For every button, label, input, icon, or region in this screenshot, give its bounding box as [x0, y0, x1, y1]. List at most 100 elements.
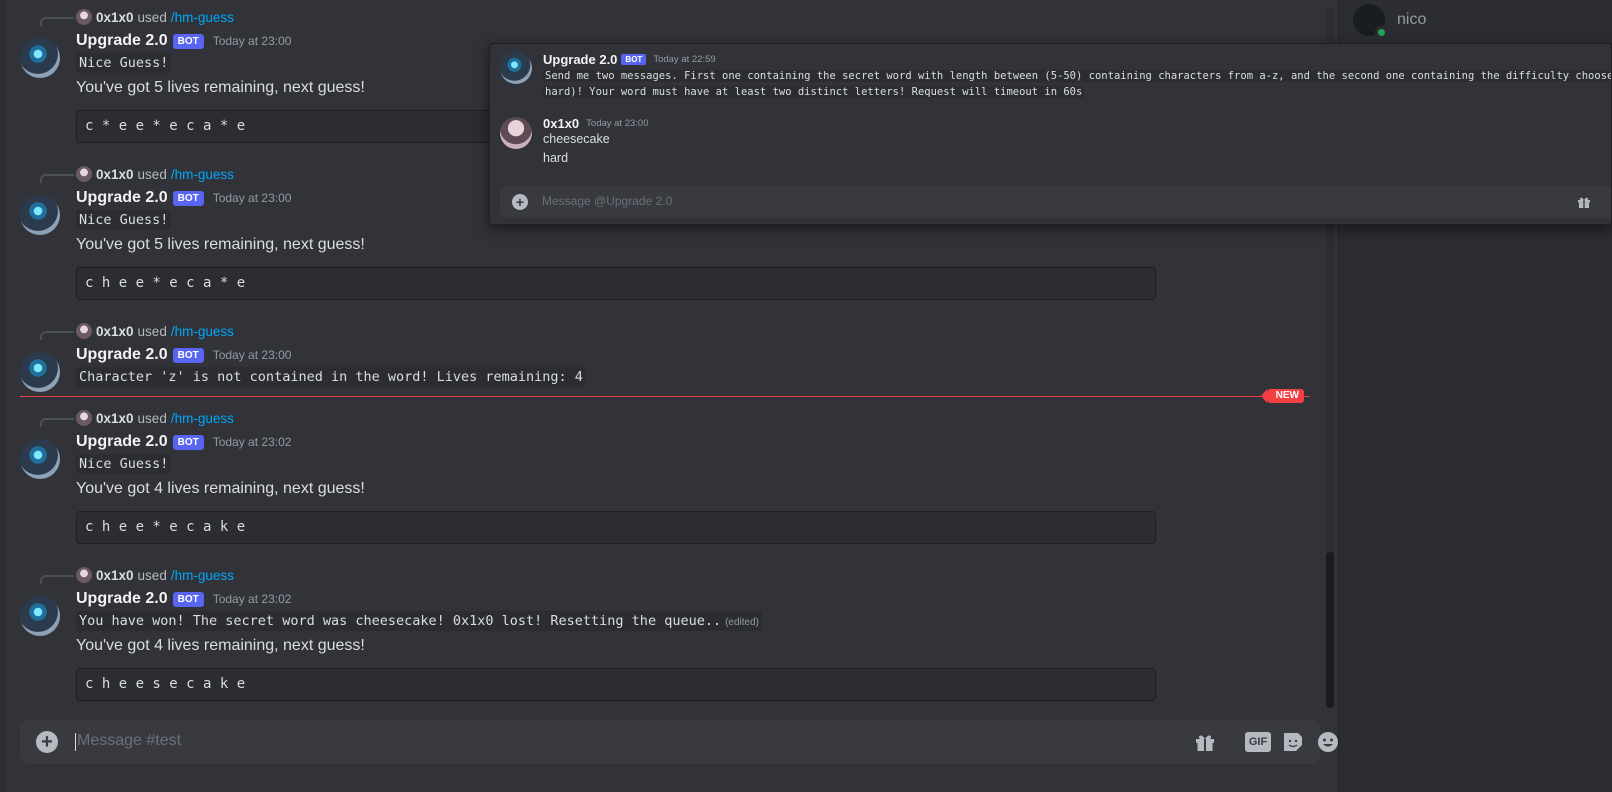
member-name[interactable]: nico — [1397, 11, 1426, 29]
reply-avatar[interactable] — [76, 323, 92, 339]
reply-spine — [40, 575, 74, 584]
message-text: You've got 4 lives remaining, next guess… — [76, 637, 365, 654]
reply-username[interactable]: 0x1x0 — [96, 568, 134, 583]
command-link[interactable]: /hm-guess — [171, 324, 234, 339]
inline-code: Send me two messages. First one containi… — [543, 70, 1611, 82]
bot-avatar[interactable] — [20, 596, 60, 636]
message-header: Upgrade 2.0 BOT Today at 23:00 — [76, 30, 291, 52]
inline-code: Nice Guess! — [76, 454, 172, 474]
message-text: You've got 5 lives remaining, next guess… — [76, 79, 365, 96]
reply-username[interactable]: 0x1x0 — [96, 411, 134, 426]
author-name[interactable]: 0x1x0 — [543, 116, 579, 131]
edited-marker[interactable]: (edited) — [725, 617, 759, 628]
reply-used-text: used — [137, 567, 167, 583]
timestamp[interactable]: Today at 23:00 — [586, 118, 648, 129]
command-link[interactable]: /hm-guess — [171, 167, 234, 182]
inline-code: Nice Guess! — [76, 53, 172, 73]
command-reply-header[interactable]: 0x1x0 used /hm-guess — [40, 409, 234, 427]
bot-badge: BOT — [172, 434, 204, 450]
message-text: You've got 5 lives remaining, next guess… — [76, 236, 365, 253]
author-name[interactable]: Upgrade 2.0 — [76, 346, 168, 364]
message-text: You've got 4 lives remaining, next guess… — [76, 480, 365, 497]
timestamp[interactable]: Today at 23:02 — [213, 435, 292, 449]
code-block: c h e e * e c a * e — [76, 267, 1156, 300]
bot-avatar[interactable] — [500, 52, 532, 84]
reply-spine — [40, 331, 74, 340]
user-avatar[interactable] — [500, 117, 532, 149]
timestamp[interactable]: Today at 23:00 — [213, 34, 292, 48]
reply-avatar[interactable] — [76, 9, 92, 25]
online-status-icon — [1375, 26, 1388, 39]
message-composer[interactable]: + Message #test GIF — [20, 720, 1338, 764]
message-header: Upgrade 2.0 BOT Today at 23:02 — [76, 588, 291, 610]
command-link[interactable]: /hm-guess — [171, 10, 234, 25]
bot-avatar[interactable] — [20, 439, 60, 479]
inline-code: Nice Guess! — [76, 210, 172, 230]
reply-used-text: used — [137, 9, 167, 25]
message-header: 0x1x0 Today at 23:00 — [543, 116, 648, 131]
code-block: c h e e s e c a k e — [76, 668, 1156, 701]
upload-plus-icon[interactable]: + — [36, 731, 58, 753]
bot-avatar[interactable] — [20, 352, 60, 392]
bot-badge: BOT — [621, 54, 647, 65]
gift-icon[interactable] — [1193, 730, 1217, 754]
member-avatar[interactable] — [1353, 4, 1388, 39]
reply-spine — [40, 418, 74, 427]
message-header: Upgrade 2.0 BOT Today at 23:00 — [76, 187, 291, 209]
bot-avatar[interactable] — [20, 38, 60, 78]
command-reply-header[interactable]: 0x1x0 used /hm-guess — [40, 8, 234, 26]
author-name[interactable]: Upgrade 2.0 — [76, 32, 168, 50]
code-block: c h e e * e c a k e — [76, 511, 1156, 544]
timestamp[interactable]: Today at 23:00 — [213, 348, 292, 362]
new-badge: NEW — [1260, 389, 1304, 403]
author-name[interactable]: Upgrade 2.0 — [76, 189, 168, 207]
author-name[interactable]: Upgrade 2.0 — [543, 52, 617, 67]
new-messages-divider: NEW — [20, 389, 1310, 403]
bot-badge: BOT — [172, 190, 204, 206]
reply-used-text: used — [137, 323, 167, 339]
reply-username[interactable]: 0x1x0 — [96, 324, 134, 339]
gif-button[interactable]: GIF — [1245, 732, 1271, 752]
command-link[interactable]: /hm-guess — [171, 411, 234, 426]
inline-code: Character 'z' is not contained in the wo… — [76, 367, 586, 387]
upload-plus-icon[interactable]: + — [512, 194, 528, 210]
reply-avatar[interactable] — [76, 166, 92, 182]
member-item[interactable]: nico — [1353, 4, 1426, 39]
reply-avatar[interactable] — [76, 410, 92, 426]
bot-avatar[interactable] — [20, 195, 60, 235]
reply-avatar[interactable] — [76, 567, 92, 583]
timestamp[interactable]: Today at 23:00 — [213, 191, 292, 205]
text-caret — [75, 733, 76, 751]
reply-username[interactable]: 0x1x0 — [96, 167, 134, 182]
author-name[interactable]: Upgrade 2.0 — [76, 433, 168, 451]
reply-used-text: used — [137, 166, 167, 182]
command-reply-header[interactable]: 0x1x0 used /hm-guess — [40, 165, 234, 183]
dm-popout: Upgrade 2.0 BOT Today at 22:59 Send me t… — [489, 43, 1612, 225]
message-header: Upgrade 2.0 BOT Today at 22:59 — [543, 52, 716, 67]
timestamp[interactable]: Today at 23:02 — [213, 592, 292, 606]
command-reply-header[interactable]: 0x1x0 used /hm-guess — [40, 566, 234, 584]
reply-spine — [40, 174, 74, 183]
reply-used-text: used — [137, 410, 167, 426]
emoji-icon[interactable] — [1316, 730, 1338, 754]
message-input[interactable]: Message #test — [77, 732, 181, 750]
bot-badge: BOT — [172, 33, 204, 49]
gift-icon[interactable] — [1576, 194, 1592, 210]
message-header: Upgrade 2.0 BOT Today at 23:00 — [76, 344, 291, 366]
dm-message-input[interactable]: Message @Upgrade 2.0 — [542, 194, 672, 208]
command-link[interactable]: /hm-guess — [171, 568, 234, 583]
inline-code: hard)! Your word must have at least two … — [543, 86, 1085, 98]
reply-username[interactable]: 0x1x0 — [96, 10, 134, 25]
author-name[interactable]: Upgrade 2.0 — [76, 590, 168, 608]
command-reply-header[interactable]: 0x1x0 used /hm-guess — [40, 322, 234, 340]
timestamp[interactable]: Today at 22:59 — [653, 54, 715, 65]
scrollbar-thumb[interactable] — [1326, 552, 1334, 708]
bot-badge: BOT — [172, 347, 204, 363]
bot-badge: BOT — [172, 591, 204, 607]
message-text: cheesecake — [543, 132, 610, 146]
dm-composer[interactable]: + Message @Upgrade 2.0 — [500, 186, 1611, 218]
sticker-icon[interactable] — [1281, 730, 1305, 754]
reply-spine — [40, 17, 74, 26]
message-text: hard — [543, 151, 569, 165]
inline-code-text: You have won! The secret word was cheese… — [79, 613, 722, 629]
